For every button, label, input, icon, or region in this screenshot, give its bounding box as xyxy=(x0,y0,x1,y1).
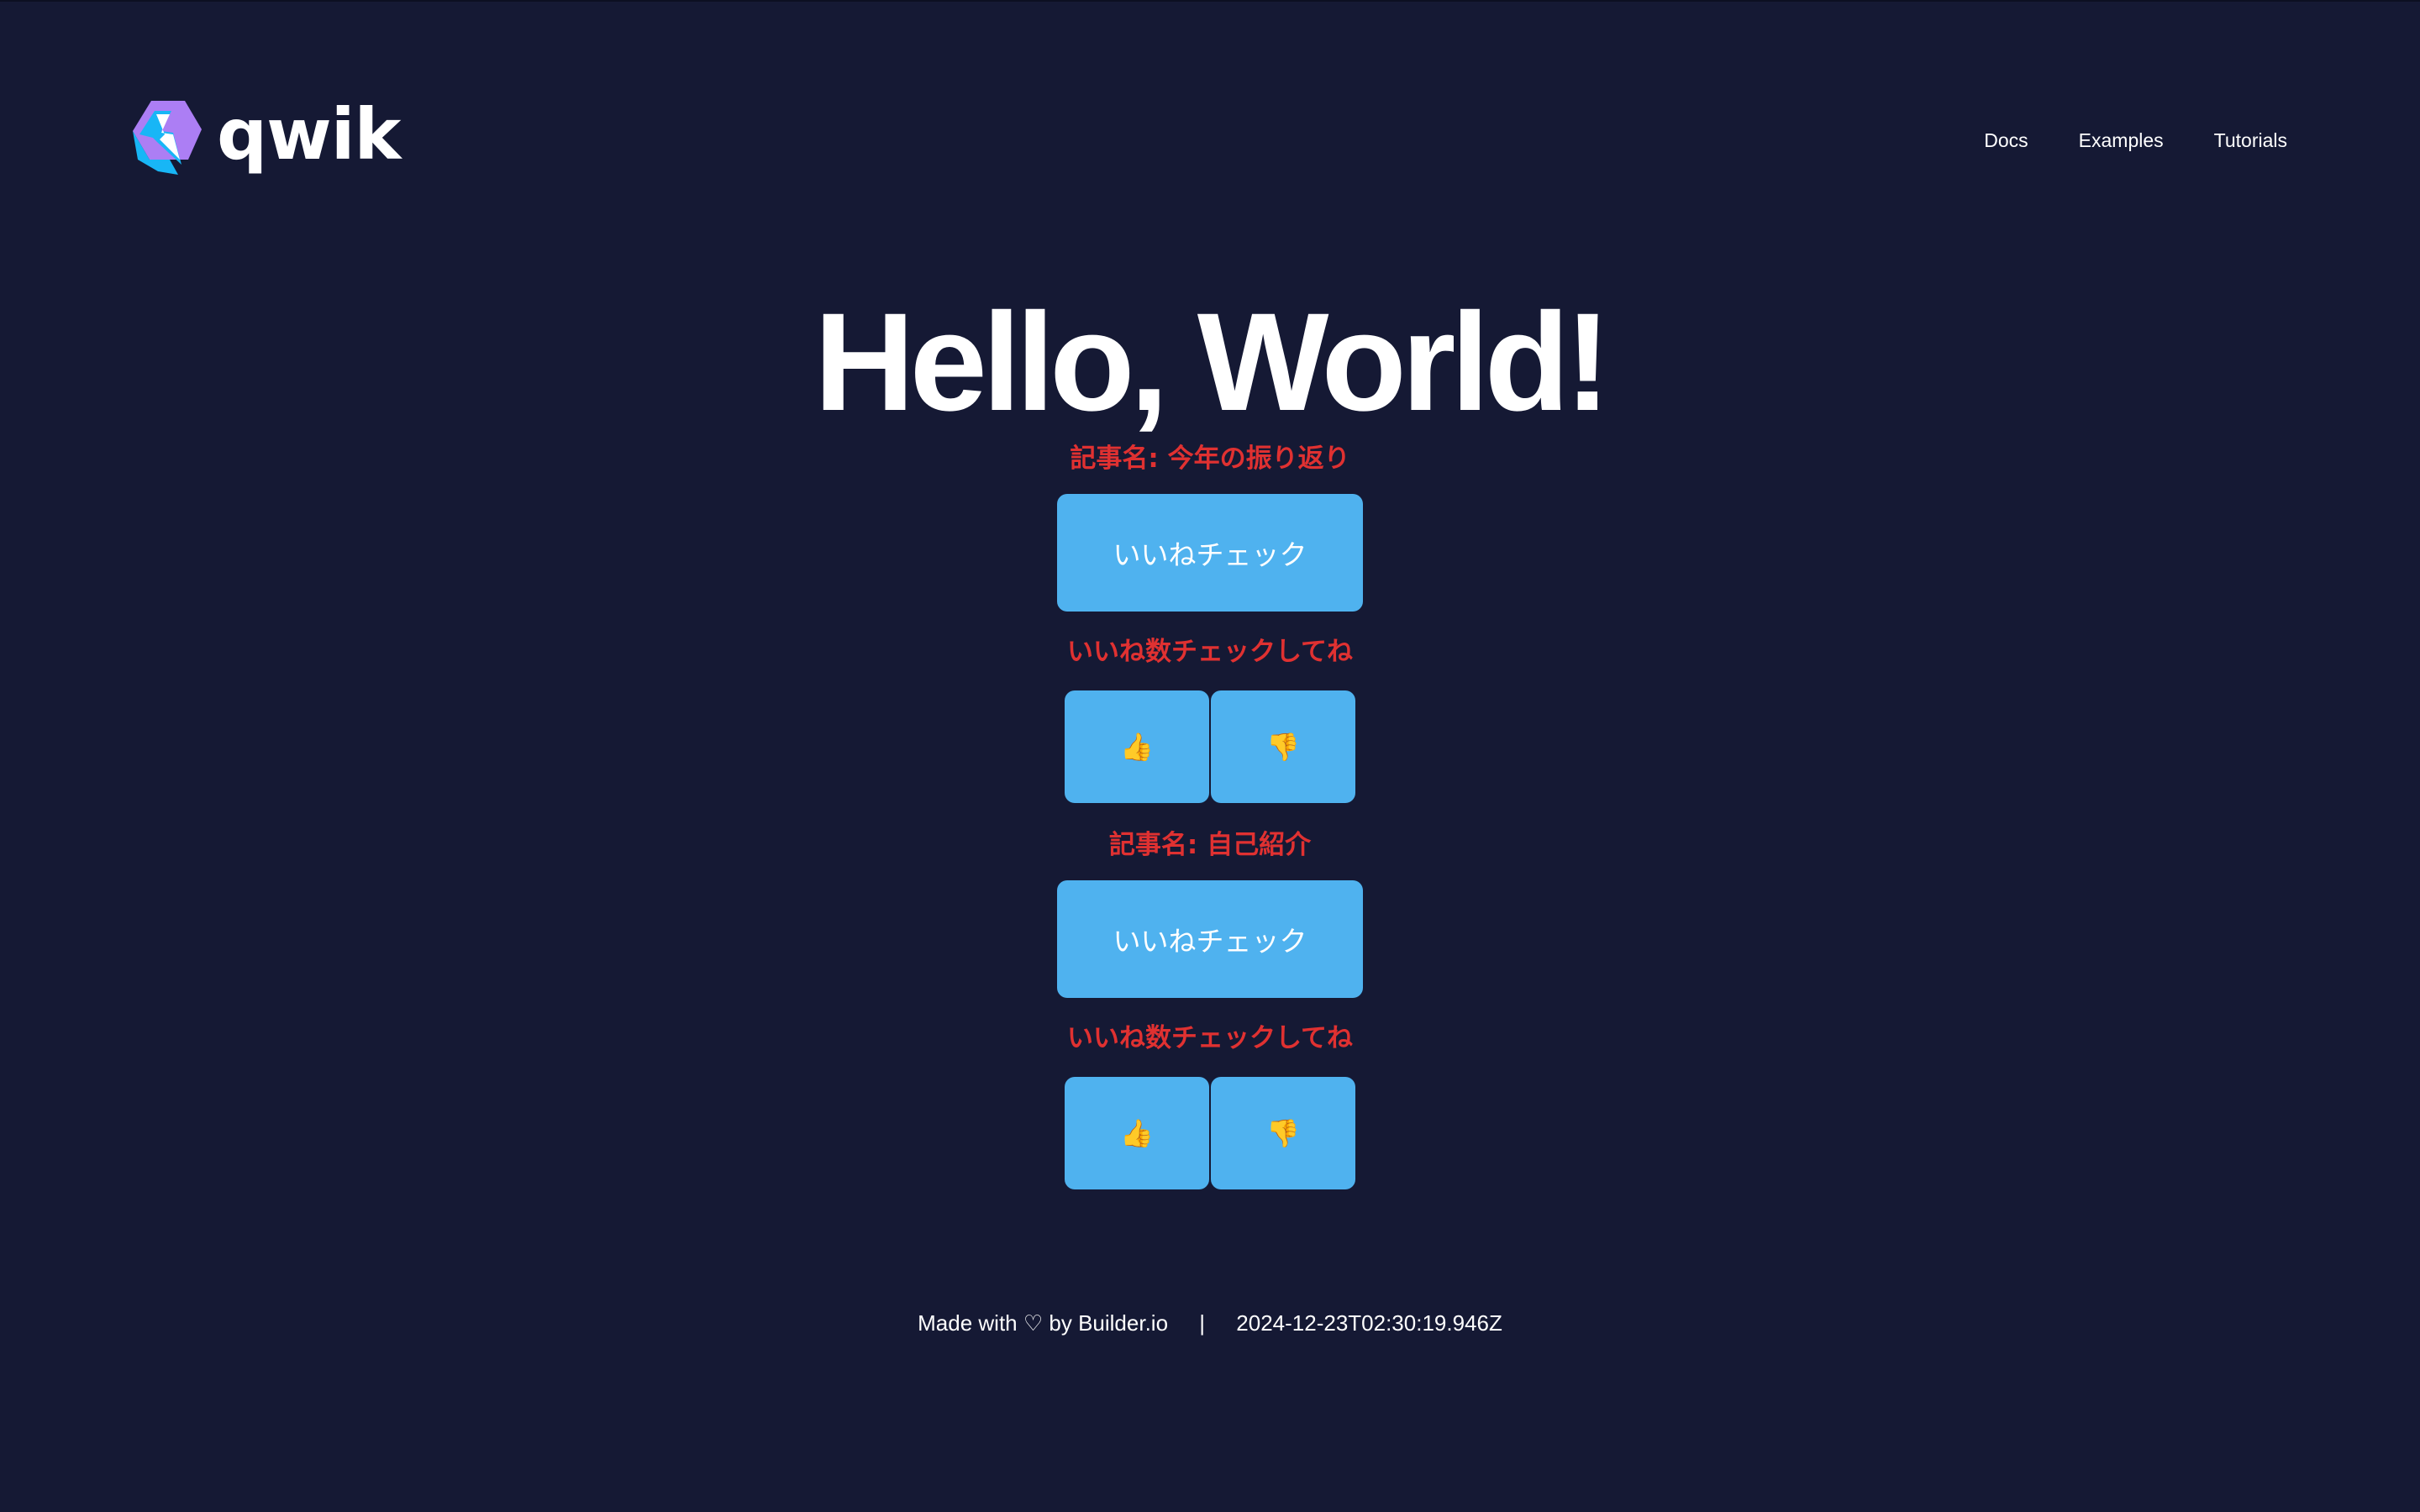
thumbs-up-button[interactable]: 👍 xyxy=(1065,1077,1209,1189)
thumbs-up-icon: 👍 xyxy=(1120,1117,1154,1149)
top-nav: Docs Examples Tutorials xyxy=(1984,129,2287,152)
vote-buttons: 👍 👎 xyxy=(1065,690,1355,803)
thumbs-down-button[interactable]: 👎 xyxy=(1211,1077,1355,1189)
site-footer: Made with ♡ by Builder.io | 2024-12-23T0… xyxy=(0,1310,2420,1336)
like-check-button[interactable]: いいねチェック xyxy=(1057,880,1363,998)
article-title: 記事名: 今年の振り返り xyxy=(1070,444,1350,474)
footer-separator: | xyxy=(1199,1310,1206,1336)
thumbs-up-icon: 👍 xyxy=(1120,731,1154,763)
thumbs-up-button[interactable]: 👍 xyxy=(1065,690,1209,803)
like-count-hint: いいね数チェックしてね xyxy=(1066,637,1354,667)
qwik-logo-icon xyxy=(133,101,202,175)
like-count-hint: いいね数チェックしてね xyxy=(1066,1023,1354,1053)
thumbs-down-button[interactable]: 👎 xyxy=(1211,690,1355,803)
thumbs-down-icon: 👎 xyxy=(1266,1117,1300,1149)
main-content: Hello, World! 記事名: 今年の振り返り いいねチェック いいね数チ… xyxy=(0,287,2420,1189)
nav-link-tutorials[interactable]: Tutorials xyxy=(2214,129,2287,152)
footer-timestamp: 2024-12-23T02:30:19.946Z xyxy=(1236,1310,1502,1336)
page-heading: Hello, World! xyxy=(813,285,1612,440)
like-check-button[interactable]: いいねチェック xyxy=(1057,494,1363,612)
site-header: qwik Docs Examples Tutorials xyxy=(0,2,2420,287)
nav-link-examples[interactable]: Examples xyxy=(2079,129,2164,152)
article-card: 記事名: 今年の振り返り いいねチェック いいね数チェックしてね 👍 👎 xyxy=(1057,438,1363,803)
logo-link[interactable]: qwik xyxy=(133,93,401,176)
nav-link-docs[interactable]: Docs xyxy=(1984,129,2028,152)
article-card: 記事名: 自己紹介 いいねチェック いいね数チェックしてね 👍 👎 xyxy=(1057,803,1363,1189)
article-title: 記事名: 自己紹介 xyxy=(1108,830,1312,860)
vote-buttons: 👍 👎 xyxy=(1065,1077,1355,1189)
logo-wordmark: qwik xyxy=(217,93,401,176)
builder-link[interactable]: Made with ♡ by Builder.io xyxy=(918,1310,1168,1336)
thumbs-down-icon: 👎 xyxy=(1266,731,1300,763)
